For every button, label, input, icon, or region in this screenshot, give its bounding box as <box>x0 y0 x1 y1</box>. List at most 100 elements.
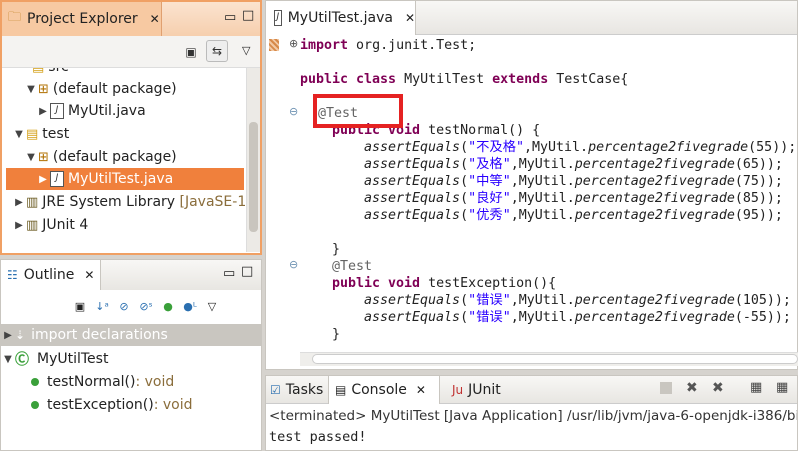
outline-icon: ☷ <box>7 268 18 282</box>
outline-title: Outline <box>23 267 75 283</box>
outline-view: ☷ Outline ✕ ▭ □ ▣ ↓ᵃ ⊘ ⊘ˢ ● ●ᴸ ▽ ▶ ⇣ imp… <box>0 259 262 451</box>
tree-item-test[interactable]: ▼ ▤ test <box>12 123 69 145</box>
collapsed-icon[interactable]: ▶ <box>1 330 15 341</box>
tab-project-explorer[interactable]: 🗀 Project Explorer ✕ <box>2 2 162 36</box>
console-status: <terminated> MyUtilTest [Java Applicatio… <box>269 408 797 424</box>
outline-item-imports[interactable]: ▶ ⇣ import declarations <box>1 324 261 346</box>
collapse-fold-icon[interactable]: ⊖ <box>289 105 298 118</box>
junit-icon: Ju <box>452 383 464 397</box>
package-icon: ⊞ <box>38 149 49 165</box>
code-line: assertEquals("不及格",MyUtil.percentage2fiv… <box>364 140 797 155</box>
maximize-button[interactable]: □ <box>241 264 253 279</box>
project-explorer-icon: 🗀 <box>8 10 22 25</box>
outline-toolbar: ▣ ↓ᵃ ⊘ ⊘ˢ ● ●ᴸ ▽ <box>1 290 261 322</box>
project-explorer-tabbar: 🗀 Project Explorer ✕ ▭ □ <box>2 2 260 36</box>
expand-fold-icon[interactable]: ⊕ <box>289 37 298 50</box>
console-view: ☑ Tasks ▤ Console ✕ Ju JUnit ✖ ✖ ▦ ▦ <te… <box>265 375 798 451</box>
source-folder-icon: ▤ <box>32 68 44 75</box>
tab-myutiltest-java[interactable]: J MyUtilTest.java ✕ <box>266 1 416 35</box>
view-menu-icon[interactable]: ▽ <box>204 298 220 314</box>
code-line: public void testException(){ <box>332 276 557 291</box>
java-file-icon: J <box>274 10 282 26</box>
code-area[interactable]: import org.junit.Test; public class MyUt… <box>300 35 797 351</box>
close-icon[interactable]: ✕ <box>405 11 415 25</box>
tree-item-junit4[interactable]: ▶ ▥ JUnit 4 <box>12 214 88 236</box>
hide-fields-icon[interactable]: ⊘ <box>116 298 132 314</box>
expanded-icon[interactable]: ▼ <box>1 354 15 365</box>
hide-nonpublic-icon[interactable]: ● <box>160 298 176 314</box>
collapsed-icon[interactable]: ▶ <box>36 174 50 185</box>
editor-view: J MyUtilTest.java ✕ ⊕ ⊖ ⊖ import org.jun… <box>265 0 798 370</box>
package-icon: ⊞ <box>38 81 49 97</box>
hide-local-types-icon[interactable]: ●ᴸ <box>182 298 198 314</box>
console-output: test passed! <box>269 429 367 445</box>
expanded-icon[interactable]: ▼ <box>24 152 38 163</box>
expanded-icon[interactable]: ▼ <box>24 84 38 95</box>
project-explorer-view: 🗀 Project Explorer ✕ ▭ □ ▣ ⇆ ▽ ▤src ▼⊞(d… <box>0 0 262 255</box>
scroll-lock-icon[interactable]: ▦ <box>776 380 788 395</box>
console-tabbar: ☑ Tasks ▤ Console ✕ Ju JUnit ✖ ✖ ▦ ▦ <box>266 376 797 404</box>
collapsed-icon[interactable]: ▶ <box>12 197 26 208</box>
collapsed-icon[interactable]: ▶ <box>12 220 26 231</box>
project-explorer-title: Project Explorer <box>27 11 138 27</box>
code-line: } <box>332 327 341 342</box>
java-file-icon: J <box>50 103 64 119</box>
annotation-highlight-box <box>313 94 403 128</box>
tree-item-default-package-test[interactable]: ▼ ⊞ (default package) <box>24 146 177 168</box>
code-line: assertEquals("优秀",MyUtil.percentage2five… <box>364 208 783 223</box>
project-explorer-toolbar: ▣ ⇆ ▽ <box>2 36 260 68</box>
remove-launch-icon[interactable]: ✖ <box>686 380 698 396</box>
close-icon[interactable]: ✕ <box>84 268 94 282</box>
close-icon[interactable]: ✕ <box>150 12 160 26</box>
collapse-fold-icon[interactable]: ⊖ <box>289 258 298 271</box>
public-method-icon <box>31 401 39 409</box>
close-icon[interactable]: ✕ <box>416 383 426 397</box>
code-line: public class MyUtilTest extends TestCase… <box>300 72 629 87</box>
sort-icon[interactable]: ↓ᵃ <box>94 298 110 314</box>
outline-item-testexception[interactable]: testException() : void <box>31 394 193 416</box>
collapsed-icon[interactable]: ▶ <box>36 106 50 117</box>
tab-tasks[interactable]: ☑ Tasks <box>270 376 323 404</box>
scrollbar-thumb[interactable] <box>312 354 798 364</box>
tab-outline[interactable]: ☷ Outline ✕ <box>1 260 101 290</box>
view-menu-icon[interactable]: ▽ <box>242 44 250 57</box>
clear-console-icon[interactable]: ▦ <box>750 380 762 395</box>
java-file-icon: J <box>50 171 64 187</box>
collapse-all-icon[interactable]: ▣ <box>72 298 88 314</box>
collapse-all-icon[interactable]: ▣ <box>180 41 202 63</box>
code-line: assertEquals("中等",MyUtil.percentage2five… <box>364 174 783 189</box>
editor-tabbar: J MyUtilTest.java ✕ <box>266 1 797 35</box>
tree-item-default-package[interactable]: ▼ ⊞ (default package) <box>24 78 177 100</box>
code-line: assertEquals("良好",MyUtil.percentage2five… <box>364 191 783 206</box>
imports-icon: ⇣ <box>15 328 26 342</box>
terminate-icon[interactable] <box>660 382 672 394</box>
code-line: } <box>332 242 341 257</box>
hide-static-icon[interactable]: ⊘ˢ <box>138 298 154 314</box>
tab-console[interactable]: ▤ Console ✕ <box>328 376 440 404</box>
console-icon: ▤ <box>335 383 347 397</box>
maximize-button[interactable]: □ <box>242 8 254 23</box>
editor-gutter <box>266 35 292 355</box>
tree-item-myutil-java[interactable]: ▶ J MyUtil.java <box>36 100 146 122</box>
outline-item-class[interactable]: ▼ Ⓒ MyUtilTest <box>1 348 108 370</box>
library-icon: ▥ <box>26 194 39 210</box>
link-with-editor-icon[interactable]: ⇆ <box>206 40 228 62</box>
minimize-button[interactable]: ▭ <box>223 266 235 281</box>
outline-item-testnormal[interactable]: testNormal() : void <box>31 371 174 393</box>
tree-item-myutiltest-java-selected[interactable]: ▶ J MyUtilTest.java <box>6 168 244 190</box>
scrollbar-thumb[interactable] <box>249 122 258 232</box>
code-line: assertEquals("错误",MyUtil.percentage2five… <box>364 293 791 308</box>
source-folder-icon: ▤ <box>26 126 39 142</box>
minimize-button[interactable]: ▭ <box>224 10 236 25</box>
code-line: @Test <box>332 259 373 274</box>
tree-item-src[interactable]: ▤src <box>32 68 69 78</box>
class-icon: Ⓒ <box>15 352 29 368</box>
expanded-icon[interactable]: ▼ <box>12 129 26 140</box>
code-line: assertEquals("及格",MyUtil.percentage2five… <box>364 157 783 172</box>
tab-junit[interactable]: Ju JUnit <box>452 376 501 404</box>
remove-all-launches-icon[interactable]: ✖ <box>712 380 724 396</box>
project-tree: ▤src ▼⊞(default package) ▶JMyUtil.java ▼… <box>2 68 246 252</box>
tree-item-jre-library[interactable]: ▶ ▥ JRE System Library [JavaSE-1. <box>12 191 246 213</box>
public-method-icon <box>31 378 39 386</box>
ruler-marker-icon <box>269 39 279 51</box>
